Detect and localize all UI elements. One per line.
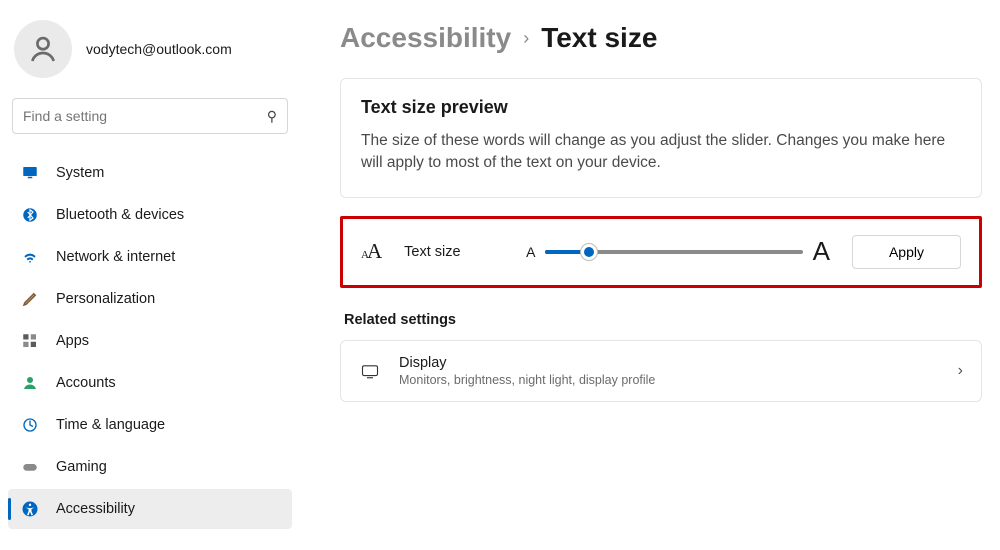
text-size-slider-group: A A xyxy=(526,236,830,267)
related-display-row[interactable]: Display Monitors, brightness, night ligh… xyxy=(340,340,982,402)
sidebar-item-apps[interactable]: Apps xyxy=(8,321,292,361)
monitor-icon xyxy=(20,163,40,183)
related-display-title: Display xyxy=(399,355,940,371)
text-size-preview-card: Text size preview The size of these word… xyxy=(340,78,982,198)
preview-title: Text size preview xyxy=(361,97,961,118)
sidebar-item-gaming[interactable]: Gaming xyxy=(8,447,292,487)
apply-button[interactable]: Apply xyxy=(852,235,961,269)
sidebar-item-time-language[interactable]: Time & language xyxy=(8,405,292,445)
sidebar-item-bluetooth[interactable]: Bluetooth & devices xyxy=(8,195,292,235)
sidebar: vodytech@outlook.com ⚲ System Bluetooth … xyxy=(0,0,300,550)
sidebar-item-label: Time & language xyxy=(56,417,165,433)
user-account-row[interactable]: vodytech@outlook.com xyxy=(8,14,292,98)
sidebar-item-label: Gaming xyxy=(56,459,107,475)
text-size-icon: AA xyxy=(361,239,382,264)
page-title: Text size xyxy=(541,22,657,54)
avatar xyxy=(14,20,72,78)
search-input[interactable] xyxy=(23,108,267,124)
text-size-label: Text size xyxy=(404,244,504,260)
related-display-subtitle: Monitors, brightness, night light, displ… xyxy=(399,373,940,387)
globe-clock-icon xyxy=(20,415,40,435)
search-icon: ⚲ xyxy=(267,108,277,125)
preview-description: The size of these words will change as y… xyxy=(361,130,961,175)
display-icon xyxy=(359,360,381,382)
sidebar-item-label: System xyxy=(56,165,104,181)
sidebar-item-label: Network & internet xyxy=(56,249,175,265)
breadcrumb-parent[interactable]: Accessibility xyxy=(340,22,511,54)
breadcrumb: Accessibility › Text size xyxy=(340,22,982,54)
related-settings-heading: Related settings xyxy=(344,312,982,328)
sidebar-item-system[interactable]: System xyxy=(8,153,292,193)
sidebar-item-accessibility[interactable]: Accessibility xyxy=(8,489,292,529)
slider-max-label: A xyxy=(813,236,830,267)
gamepad-icon xyxy=(20,457,40,477)
main-content: Accessibility › Text size Text size prev… xyxy=(300,0,1000,550)
sidebar-item-label: Accessibility xyxy=(56,501,135,517)
sidebar-nav: System Bluetooth & devices Network & int… xyxy=(8,152,292,530)
slider-min-label: A xyxy=(526,244,535,260)
chevron-right-icon: › xyxy=(958,362,963,380)
sidebar-item-label: Accounts xyxy=(56,375,116,391)
wifi-icon xyxy=(20,247,40,267)
person-icon xyxy=(20,373,40,393)
bluetooth-icon xyxy=(20,205,40,225)
sidebar-item-label: Bluetooth & devices xyxy=(56,207,184,223)
apps-icon xyxy=(20,331,40,351)
search-box[interactable]: ⚲ xyxy=(12,98,288,134)
sidebar-item-accounts[interactable]: Accounts xyxy=(8,363,292,403)
user-email: vodytech@outlook.com xyxy=(86,41,232,57)
sidebar-item-personalization[interactable]: Personalization xyxy=(8,279,292,319)
text-size-slider[interactable] xyxy=(545,242,802,262)
accessibility-icon xyxy=(20,499,40,519)
chevron-right-icon: › xyxy=(523,28,529,49)
slider-thumb[interactable] xyxy=(580,243,598,261)
brush-icon xyxy=(20,289,40,309)
related-display-text: Display Monitors, brightness, night ligh… xyxy=(399,355,940,387)
sidebar-item-label: Personalization xyxy=(56,291,155,307)
sidebar-item-network[interactable]: Network & internet xyxy=(8,237,292,277)
text-size-row: AA Text size A A Apply xyxy=(340,216,982,288)
sidebar-item-label: Apps xyxy=(56,333,89,349)
